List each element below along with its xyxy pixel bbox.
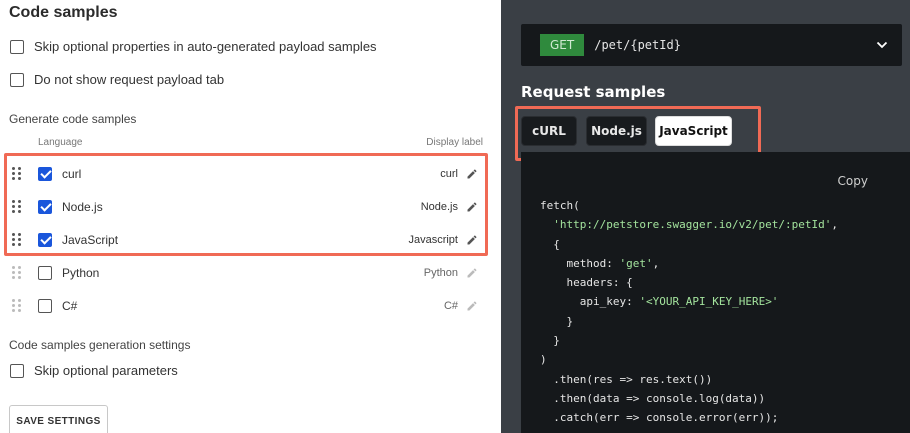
display-label: curl bbox=[440, 167, 458, 180]
generate-code-samples-label: Generate code samples bbox=[9, 112, 137, 126]
pencil-icon[interactable] bbox=[466, 267, 478, 279]
language-row-nodejs: Node.js Node.js bbox=[9, 190, 479, 223]
http-method-badge: GET bbox=[540, 34, 585, 56]
request-samples-panel: GET /pet/{petId} Request samples cURL No… bbox=[501, 0, 910, 433]
tab-nodejs[interactable]: Node.js bbox=[586, 116, 647, 146]
display-label: C# bbox=[443, 299, 458, 312]
request-samples-title: Request samples bbox=[521, 83, 666, 101]
language-checkbox[interactable] bbox=[38, 298, 52, 313]
language-name: JavaScript bbox=[62, 232, 119, 247]
option-label: Do not show request payload tab bbox=[34, 72, 225, 87]
language-name: Node.js bbox=[62, 199, 103, 214]
option-label: Skip optional parameters bbox=[34, 363, 178, 378]
language-checkbox[interactable] bbox=[38, 166, 52, 181]
drag-handle-icon[interactable] bbox=[12, 299, 22, 313]
drag-handle-icon[interactable] bbox=[12, 200, 22, 214]
language-row-curl: curl curl bbox=[9, 157, 479, 190]
drag-handle-icon[interactable] bbox=[12, 167, 22, 181]
language-name: C# bbox=[62, 298, 78, 313]
language-name: Python bbox=[62, 265, 100, 280]
display-label: Javascript bbox=[408, 233, 458, 246]
option-label: Skip optional properties in auto-generat… bbox=[34, 39, 377, 54]
endpoint-path: /pet/{petId} bbox=[594, 38, 681, 52]
endpoint-selector[interactable]: GET /pet/{petId} bbox=[521, 24, 902, 66]
skip-optional-properties-checkbox[interactable] bbox=[10, 39, 24, 54]
skip-optional-parameters-checkbox[interactable] bbox=[10, 363, 24, 378]
code-sample-block: Copy fetch( 'http://petstore.swagger.io/… bbox=[521, 152, 910, 433]
pencil-icon[interactable] bbox=[466, 201, 478, 213]
display-label: Python bbox=[423, 266, 458, 279]
display-label-column-header: Display label bbox=[426, 137, 483, 148]
drag-handle-icon[interactable] bbox=[12, 266, 22, 280]
copy-button[interactable]: Copy bbox=[838, 174, 868, 188]
language-name: curl bbox=[62, 166, 82, 181]
drag-handle-icon[interactable] bbox=[12, 233, 22, 247]
pencil-icon[interactable] bbox=[466, 300, 478, 312]
pencil-icon[interactable] bbox=[466, 234, 478, 246]
panel-title: Code samples bbox=[9, 4, 118, 21]
code-samples-settings-panel: Code samples Skip optional properties in… bbox=[0, 0, 501, 433]
chevron-down-icon[interactable] bbox=[876, 39, 888, 51]
display-label: Node.js bbox=[420, 200, 458, 213]
tab-javascript[interactable]: JavaScript bbox=[655, 116, 732, 146]
pencil-icon[interactable] bbox=[466, 168, 478, 180]
skip-optional-properties-option[interactable]: Skip optional properties in auto-generat… bbox=[10, 39, 377, 54]
save-settings-button[interactable]: SAVE SETTINGS bbox=[9, 405, 108, 433]
language-column-header: Language bbox=[38, 137, 83, 148]
language-checkbox[interactable] bbox=[38, 199, 52, 214]
tab-curl[interactable]: cURL bbox=[521, 116, 577, 146]
hide-payload-tab-option[interactable]: Do not show request payload tab bbox=[10, 72, 224, 87]
language-row-csharp: C# C# bbox=[9, 289, 479, 322]
code-text: fetch( 'http://petstore.swagger.io/v2/pe… bbox=[540, 199, 839, 425]
skip-optional-parameters-option[interactable]: Skip optional parameters bbox=[10, 363, 178, 378]
language-row-python: Python Python bbox=[9, 256, 479, 289]
generation-settings-label: Code samples generation settings bbox=[9, 338, 191, 352]
language-checkbox[interactable] bbox=[38, 232, 52, 247]
hide-payload-tab-checkbox[interactable] bbox=[10, 72, 24, 87]
language-checkbox[interactable] bbox=[38, 265, 52, 280]
language-row-javascript: JavaScript Javascript bbox=[9, 223, 479, 256]
